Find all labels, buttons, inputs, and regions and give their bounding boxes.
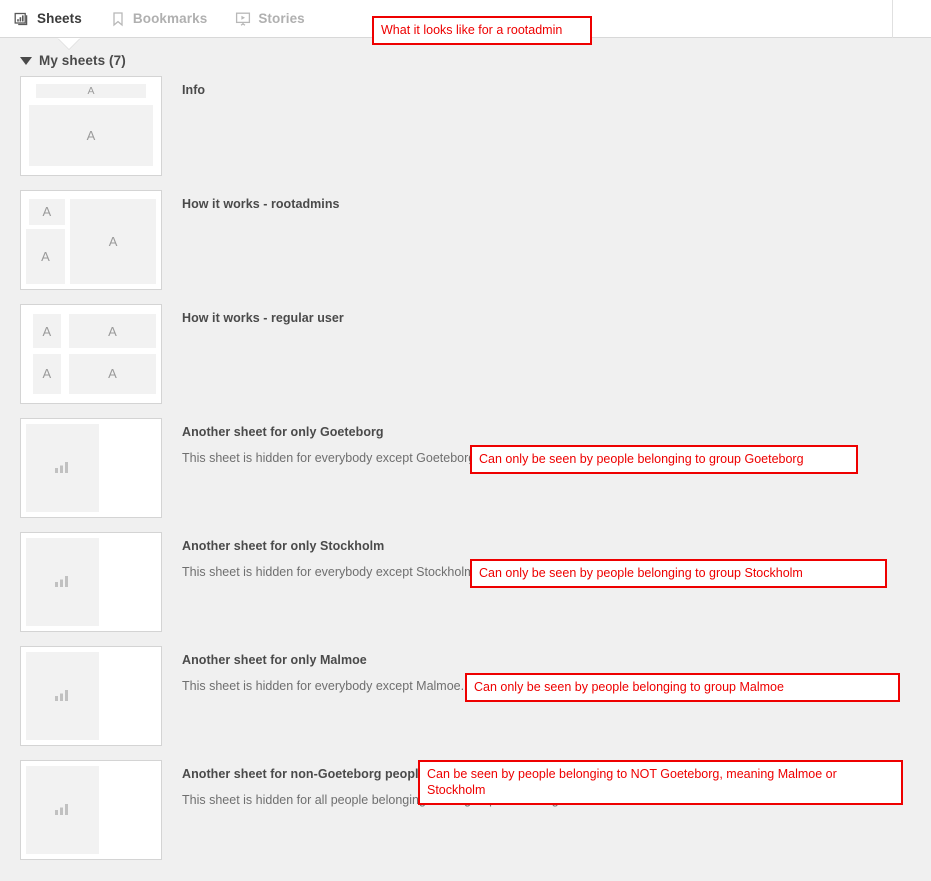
top-tab-bar: Sheets Bookmarks Stories What it looks l… — [0, 0, 931, 45]
sheet-title[interactable]: Another sheet for only Malmoe — [182, 652, 367, 669]
sheet-row: A A A How it works - rootadmins — [0, 190, 931, 290]
thumbnail-object: A — [36, 83, 146, 98]
sheet-title[interactable]: How it works - rootadmins — [182, 196, 340, 213]
sheet-thumbnail[interactable] — [20, 532, 162, 632]
sheet-thumbnail[interactable]: AAA — [20, 190, 162, 290]
annotation-callout: Can only be seen by people belonging to … — [470, 445, 858, 474]
tab-stories[interactable]: Stories — [235, 11, 305, 27]
sheet-thumbnail-canvas — [26, 538, 156, 626]
bar-chart-frame-icon — [14, 11, 30, 27]
sheet-thumbnail-canvas — [26, 766, 156, 854]
tab-stories-label: Stories — [258, 11, 305, 26]
annotation-top: What it looks like for a rootadmin — [372, 16, 592, 45]
active-tab-notch — [58, 38, 80, 49]
thumbnail-chart-object — [26, 652, 99, 740]
thumbnail-chart-object — [26, 766, 99, 854]
bar-chart-icon — [54, 460, 70, 477]
thumbnail-object: A — [68, 354, 156, 394]
annotation-callout: Can only be seen by people belonging to … — [465, 673, 900, 702]
thumbnail-chart-object — [26, 424, 99, 512]
sheet-title[interactable]: Another sheet for only Goeteborg — [182, 424, 384, 441]
thumbnail-object: A — [28, 104, 154, 167]
tab-bookmarks-label: Bookmarks — [132, 11, 208, 26]
sheet-list: A A Info A A A How it works - rootadmins A A A A Ho… — [0, 76, 931, 860]
thumbnail-object: A — [32, 314, 62, 348]
sheet-meta: How it works - rootadmins — [162, 190, 931, 213]
sheet-thumbnail-canvas — [26, 652, 156, 740]
thumbnail-object: A — [26, 229, 65, 284]
sheet-row: A A A A How it works - regular user — [0, 304, 931, 404]
sheet-thumbnail-canvas — [26, 424, 156, 512]
sheet-thumbnail[interactable]: AA — [20, 76, 162, 176]
sheet-title[interactable]: Another sheet for only Stockholm — [182, 538, 384, 555]
sheet-thumbnail-canvas: AA — [26, 82, 156, 170]
sheet-thumbnail-canvas: AAA — [26, 196, 156, 284]
sheet-title[interactable]: Info — [182, 82, 205, 99]
sheet-thumbnail-canvas: AAAA — [26, 310, 156, 398]
bar-chart-icon — [54, 574, 70, 591]
sheet-row: A A Info — [0, 76, 931, 176]
sheet-row: Another sheet for only Stockholm This she… — [0, 532, 931, 632]
sheet-thumbnail[interactable] — [20, 760, 162, 860]
sheet-meta: Info — [162, 76, 931, 99]
sheet-thumbnail[interactable]: AAAA — [20, 304, 162, 404]
bar-chart-icon — [54, 802, 70, 819]
caret-down-icon[interactable] — [20, 56, 32, 65]
thumbnail-object: A — [68, 314, 156, 348]
sheet-meta: How it works - regular user — [162, 304, 931, 327]
bookmark-icon — [110, 11, 126, 27]
tab-bookmarks[interactable]: Bookmarks — [110, 11, 207, 27]
bar-chart-icon — [54, 688, 70, 705]
sheet-row: Another sheet for non-Goeteborg people Th… — [0, 760, 931, 860]
sheet-title[interactable]: How it works - regular user — [182, 310, 344, 327]
thumbnail-chart-object — [26, 538, 99, 626]
sheet-title[interactable]: Another sheet for non-Goeteborg people — [182, 766, 426, 783]
thumbnail-object: A — [28, 198, 65, 226]
tab-sheets[interactable]: Sheets — [14, 11, 82, 27]
sheet-thumbnail[interactable] — [20, 418, 162, 518]
my-sheets-title: My sheets (7) — [39, 53, 126, 68]
annotation-callout: Can only be seen by people belonging to … — [470, 559, 887, 588]
story-play-icon — [235, 11, 251, 27]
annotation-callout: Can be seen by people belonging to NOT G… — [418, 760, 903, 805]
sheet-thumbnail[interactable] — [20, 646, 162, 746]
sheet-row: Another sheet for only Goeteborg This she… — [0, 418, 931, 518]
tab-sheets-label: Sheets — [37, 11, 82, 26]
sheet-row: Another sheet for only Malmoe This sheet … — [0, 646, 931, 746]
thumbnail-object: A — [70, 198, 156, 284]
thumbnail-object: A — [32, 354, 62, 394]
